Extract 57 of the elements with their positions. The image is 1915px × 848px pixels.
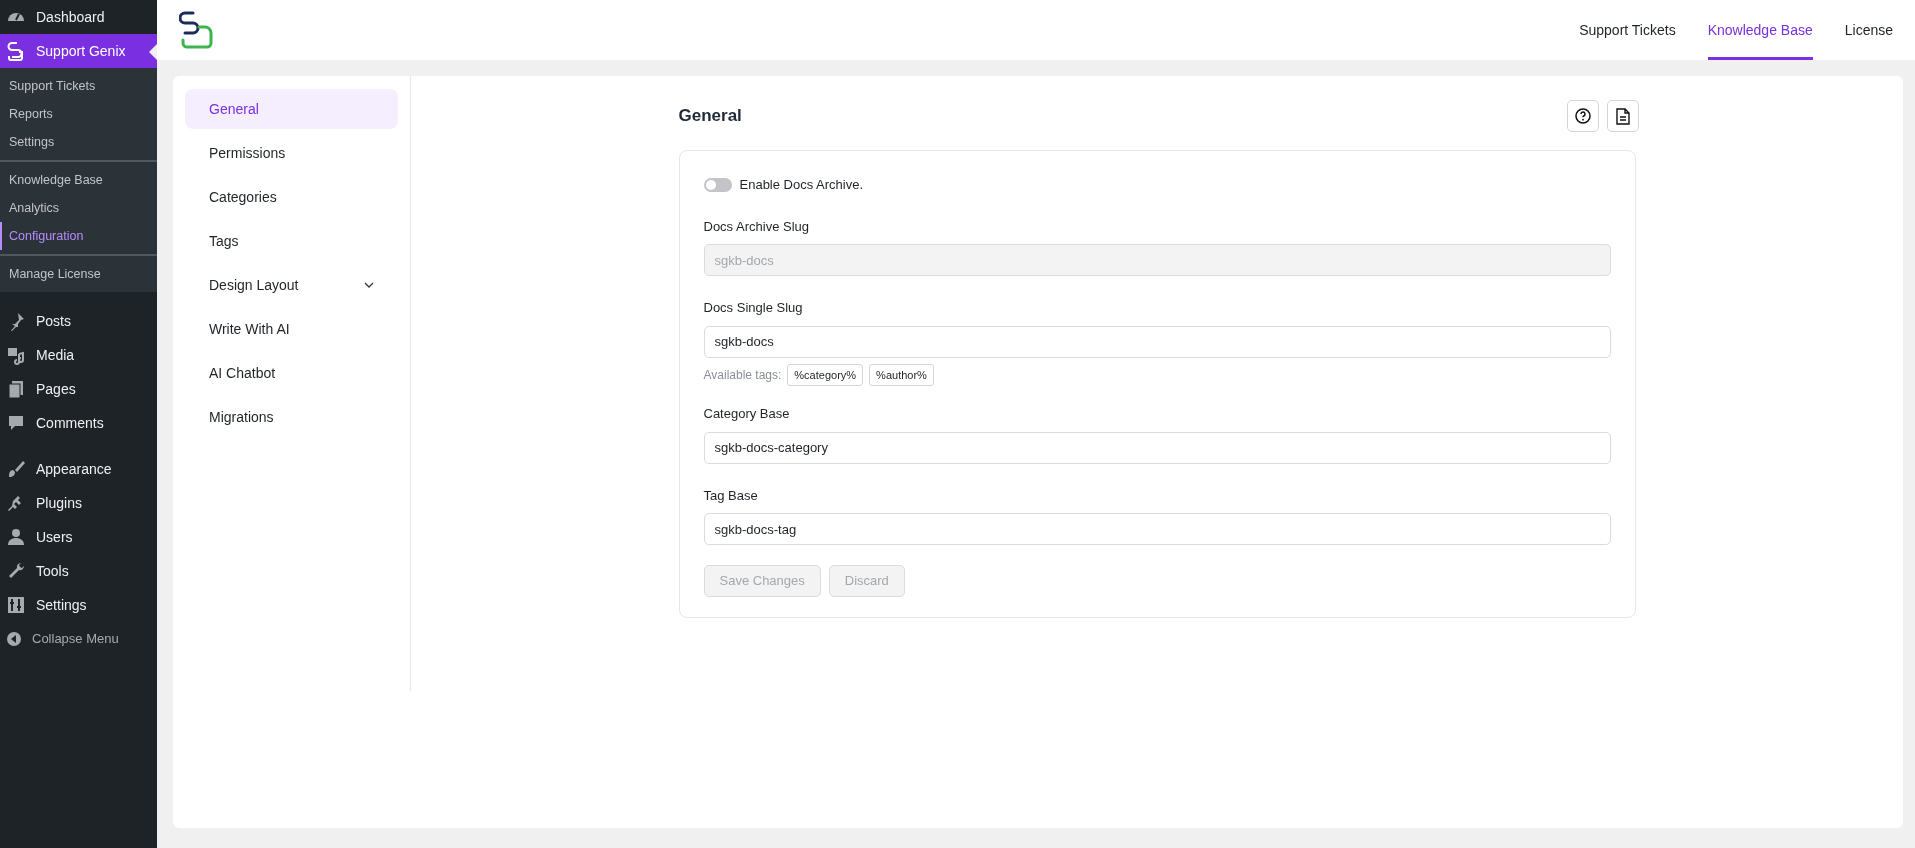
toggle-switch[interactable] <box>703 177 732 192</box>
submenu-link[interactable]: Settings <box>0 128 157 156</box>
support-genix-icon <box>6 41 26 61</box>
section-title: General <box>678 105 742 128</box>
admin-menu-item[interactable]: Pages <box>0 372 157 406</box>
field-label: Category Base <box>703 405 791 423</box>
field-label: Docs Single Slug <box>703 299 804 317</box>
settings-nav-item[interactable]: General <box>185 89 398 129</box>
paintbrush-icon <box>6 459 26 479</box>
admin-menu-item[interactable]: Plugins <box>0 486 157 520</box>
settings-icon <box>6 595 26 615</box>
tag-chip: %author% <box>869 363 934 386</box>
media-icon <box>6 345 26 365</box>
admin-menu-item[interactable]: Support Genix <box>0 34 157 68</box>
chevron-down-icon <box>364 282 374 288</box>
settings-nav-item[interactable]: Categories <box>185 177 398 217</box>
settings-nav-item[interactable]: Tags <box>185 221 398 261</box>
text-field[interactable]: sgkb-docs-category <box>703 431 1611 464</box>
comment-icon <box>6 413 26 433</box>
header-tab[interactable]: Support Tickets <box>1579 0 1676 60</box>
field-label: Tag Base <box>703 486 759 505</box>
submenu-link[interactable]: Manage License <box>0 260 157 288</box>
help-icon <box>1573 107 1592 125</box>
admin-menu-item[interactable]: Appearance <box>0 452 157 486</box>
settings-nav-item[interactable]: Migrations <box>185 397 398 437</box>
submenu-link[interactable]: Configuration <box>0 222 157 250</box>
docs-button[interactable] <box>1606 100 1639 132</box>
header-tab[interactable]: License <box>1844 0 1893 60</box>
admin-menu-item[interactable]: Settings <box>0 588 157 622</box>
tag-chip: %category% <box>787 363 864 386</box>
collapse-icon <box>6 631 22 647</box>
admin-menu-item[interactable]: Posts <box>0 304 157 338</box>
submenu-link[interactable]: Support Tickets <box>0 72 157 100</box>
submenu-link[interactable]: Knowledge Base <box>0 166 157 194</box>
text-field[interactable]: sgkb-docs <box>703 325 1611 358</box>
header-tab[interactable]: Knowledge Base <box>1707 0 1813 60</box>
submenu-link[interactable]: Analytics <box>0 194 157 222</box>
field-label: Docs Archive Slug <box>703 217 810 236</box>
admin-menu-item[interactable]: Comments <box>0 406 157 440</box>
admin-menu-item[interactable]: Users <box>0 520 157 554</box>
logo-icon <box>179 10 215 50</box>
text-field[interactable]: sgkb-docs-tag <box>703 513 1611 545</box>
admin-menu-item[interactable]: Dashboard <box>0 0 157 34</box>
document-icon <box>1615 107 1630 125</box>
toggle-label: Enable Docs Archive. <box>739 176 864 194</box>
help-button[interactable] <box>1566 100 1599 132</box>
admin-menu-item[interactable]: Tools <box>0 554 157 588</box>
admin-menu-item[interactable]: Media <box>0 338 157 372</box>
settings-nav-item[interactable]: Write With AI <box>185 309 398 349</box>
submenu-link[interactable]: Reports <box>0 100 157 128</box>
settings-nav-item[interactable]: Permissions <box>185 133 398 173</box>
user-icon <box>6 527 26 547</box>
settings-nav-item[interactable]: AI Chatbot <box>185 353 398 393</box>
tags-hint: Available tags: <box>703 366 782 384</box>
pages-icon <box>6 379 26 399</box>
settings-nav-item[interactable]: Design Layout <box>185 265 398 305</box>
collapse-menu-button[interactable]: Collapse Menu <box>0 622 157 656</box>
